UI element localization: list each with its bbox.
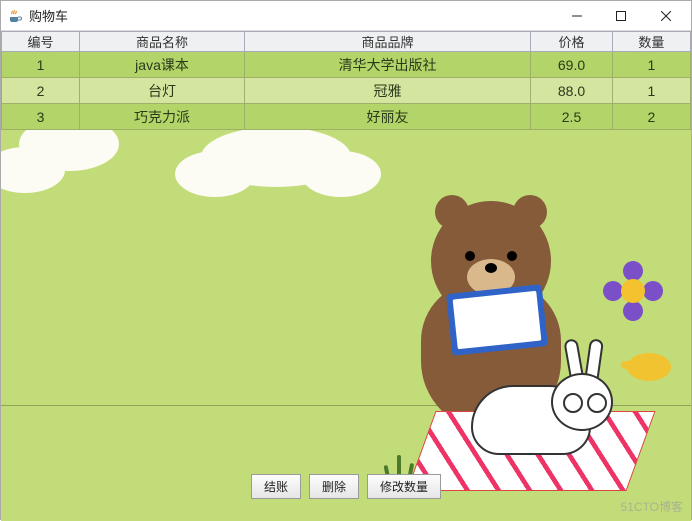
table-header-row: 编号 商品名称 商品品牌 价格 数量: [2, 32, 691, 52]
cart-table[interactable]: 编号 商品名称 商品品牌 价格 数量 1java课本清华大学出版社69.012台…: [1, 31, 691, 130]
cell-id[interactable]: 1: [2, 52, 80, 78]
col-price[interactable]: 价格: [531, 32, 613, 52]
cell-qty[interactable]: 1: [612, 78, 690, 104]
content-area: 编号 商品名称 商品品牌 价格 数量 1java课本清华大学出版社69.012台…: [1, 31, 691, 521]
delete-button[interactable]: 删除: [309, 474, 359, 499]
col-qty[interactable]: 数量: [612, 32, 690, 52]
modify-qty-button[interactable]: 修改数量: [367, 474, 441, 499]
window-title: 购物车: [29, 6, 555, 25]
table-row[interactable]: 3巧克力派好丽友2.52: [2, 104, 691, 130]
watermark-text: 51CTO博客: [621, 498, 683, 515]
col-brand[interactable]: 商品品牌: [244, 32, 530, 52]
cell-brand[interactable]: 清华大学出版社: [244, 52, 530, 78]
cell-brand[interactable]: 好丽友: [244, 104, 530, 130]
maximize-button[interactable]: [599, 2, 643, 30]
cell-price[interactable]: 2.5: [531, 104, 613, 130]
cell-qty[interactable]: 1: [612, 52, 690, 78]
duck-icon: [627, 345, 671, 381]
close-button[interactable]: [643, 2, 689, 30]
cell-brand[interactable]: 冠雅: [244, 78, 530, 104]
cell-name[interactable]: 台灯: [80, 78, 245, 104]
table-row[interactable]: 1java课本清华大学出版社69.01: [2, 52, 691, 78]
cell-name[interactable]: java课本: [80, 52, 245, 78]
cell-qty[interactable]: 2: [612, 104, 690, 130]
button-bar: 结账 删除 修改数量: [1, 474, 691, 499]
table-row[interactable]: 2台灯冠雅88.01: [2, 78, 691, 104]
cell-id[interactable]: 3: [2, 104, 80, 130]
cell-id[interactable]: 2: [2, 78, 80, 104]
flower-icon: [603, 261, 663, 321]
java-coffee-icon: [7, 8, 23, 24]
titlebar: 购物车: [1, 1, 691, 31]
col-id[interactable]: 编号: [2, 32, 80, 52]
minimize-button[interactable]: [555, 2, 599, 30]
cell-price[interactable]: 88.0: [531, 78, 613, 104]
checkout-button[interactable]: 结账: [251, 474, 301, 499]
cell-name[interactable]: 巧克力派: [80, 104, 245, 130]
col-name[interactable]: 商品名称: [80, 32, 245, 52]
rabbit-character: [431, 351, 631, 491]
cell-price[interactable]: 69.0: [531, 52, 613, 78]
